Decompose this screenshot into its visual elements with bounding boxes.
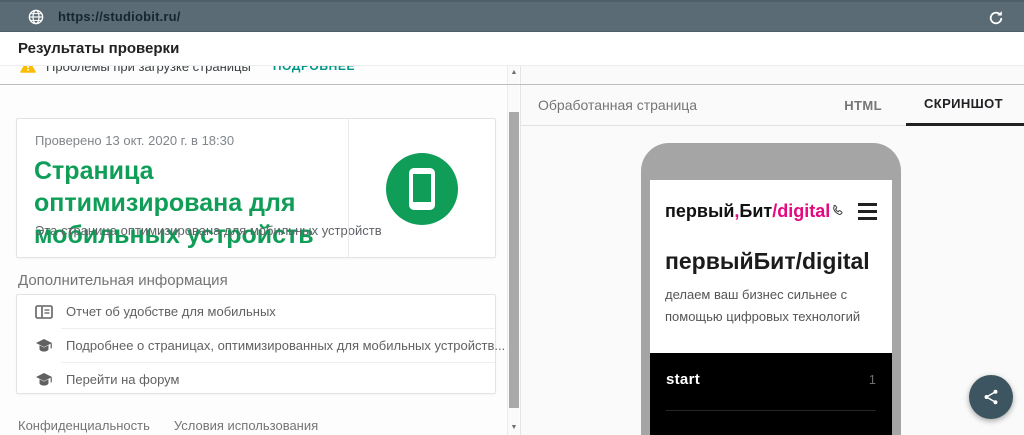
globe-icon <box>28 9 44 25</box>
rendered-page-panel: Обработанная страница HTML СКРИНШОТ перв… <box>520 66 1024 435</box>
site-tagline: делаем ваш бизнес сильнее с помощью цифр… <box>665 284 892 328</box>
phone-screenshot: первый,Бит/digital первыйБит/digital дел… <box>650 180 892 435</box>
smartphone-icon <box>409 168 435 210</box>
link-mobile-usability-report[interactable]: Отчет об удобстве для мобильных <box>17 295 495 328</box>
scrollbar-thumb[interactable] <box>509 112 519 408</box>
warning-label: Проблемы при загрузке страницы <box>46 66 251 74</box>
url-input[interactable]: https://studiobit.ru/ <box>58 9 181 24</box>
verdict-description: Эта страница оптимизирована для мобильны… <box>35 223 382 238</box>
phone-mockup: первый,Бит/digital первыйБит/digital дел… <box>641 143 901 435</box>
results-panel: Проблемы при загрузке страницы ПОДРОБНЕЕ… <box>0 66 520 435</box>
hamburger-menu-icon <box>858 203 877 220</box>
scroll-divider <box>0 84 1024 85</box>
phone-call-icon <box>830 201 846 221</box>
rendered-page-title: Обработанная страница <box>538 97 697 113</box>
menu-item-label: start <box>666 371 700 388</box>
share-button[interactable] <box>969 375 1013 419</box>
link-label: Подробнее о страницах, оптимизированных … <box>66 338 505 353</box>
reload-icon[interactable] <box>988 10 1004 26</box>
tab-screenshot[interactable]: СКРИНШОТ <box>906 84 1024 126</box>
result-card: Проверено 13 окт. 2020 г. в 18:30 Страни… <box>16 118 496 258</box>
share-icon <box>982 388 1000 406</box>
link-label: Отчет об удобстве для мобильных <box>66 304 276 319</box>
screenshot-view: первый,Бит/digital первыйБит/digital дел… <box>521 126 1024 435</box>
scroll-down-button[interactable]: ▼ <box>508 421 520 435</box>
warning-icon <box>20 66 36 74</box>
terms-link[interactable]: Условия использования <box>174 418 318 433</box>
logo-word2: Бит <box>739 201 772 221</box>
checked-timestamp: Проверено 13 окт. 2020 г. в 18:30 <box>35 133 234 148</box>
view-tabs: HTML СКРИНШОТ <box>820 84 1024 126</box>
card-divider <box>348 119 349 257</box>
logo-word1: первый <box>665 201 734 221</box>
warning-row-clipped: Проблемы при загрузке страницы ПОДРОБНЕЕ <box>0 66 507 84</box>
link-go-to-forum[interactable]: Перейти на форум <box>17 363 495 396</box>
report-icon <box>35 304 53 320</box>
warning-details-link[interactable]: ПОДРОБНЕЕ <box>273 66 355 73</box>
tab-html[interactable]: HTML <box>820 84 906 126</box>
menu-separator <box>666 410 876 411</box>
site-heading: первыйБит/digital <box>665 248 870 275</box>
results-header: Результаты проверки <box>0 32 1024 66</box>
additional-info-title: Дополнительная информация <box>18 272 228 289</box>
link-learn-mobile-pages[interactable]: Подробнее о страницах, оптимизированных … <box>17 329 495 362</box>
learn-icon <box>35 338 53 354</box>
mobile-friendly-badge <box>386 153 458 225</box>
page-title: Результаты проверки <box>18 40 179 57</box>
menu-item-number: 1 <box>869 372 876 387</box>
footer-links: Конфиденциальность Условия использования <box>18 418 318 433</box>
privacy-link[interactable]: Конфиденциальность <box>18 418 150 433</box>
site-logo: первый,Бит/digital <box>665 201 830 222</box>
left-panel-scrollbar[interactable]: ▲ ▼ <box>507 66 519 435</box>
scroll-up-button[interactable]: ▲ <box>508 66 520 80</box>
menu-item-start: start 1 <box>666 371 876 388</box>
link-label: Перейти на форум <box>66 372 179 387</box>
additional-info-card: Отчет об удобстве для мобильных Подробне… <box>16 294 496 394</box>
warning-row[interactable]: Проблемы при загрузке страницы ПОДРОБНЕЕ <box>0 66 507 84</box>
site-menu-section: start 1 <box>650 353 892 435</box>
rendered-page-header: Обработанная страница HTML СКРИНШОТ <box>521 84 1024 126</box>
forum-icon <box>35 372 53 388</box>
browser-bar: https://studiobit.ru/ <box>0 0 1024 32</box>
site-header: первый,Бит/digital <box>665 198 877 224</box>
logo-suffix: /digital <box>772 201 830 221</box>
